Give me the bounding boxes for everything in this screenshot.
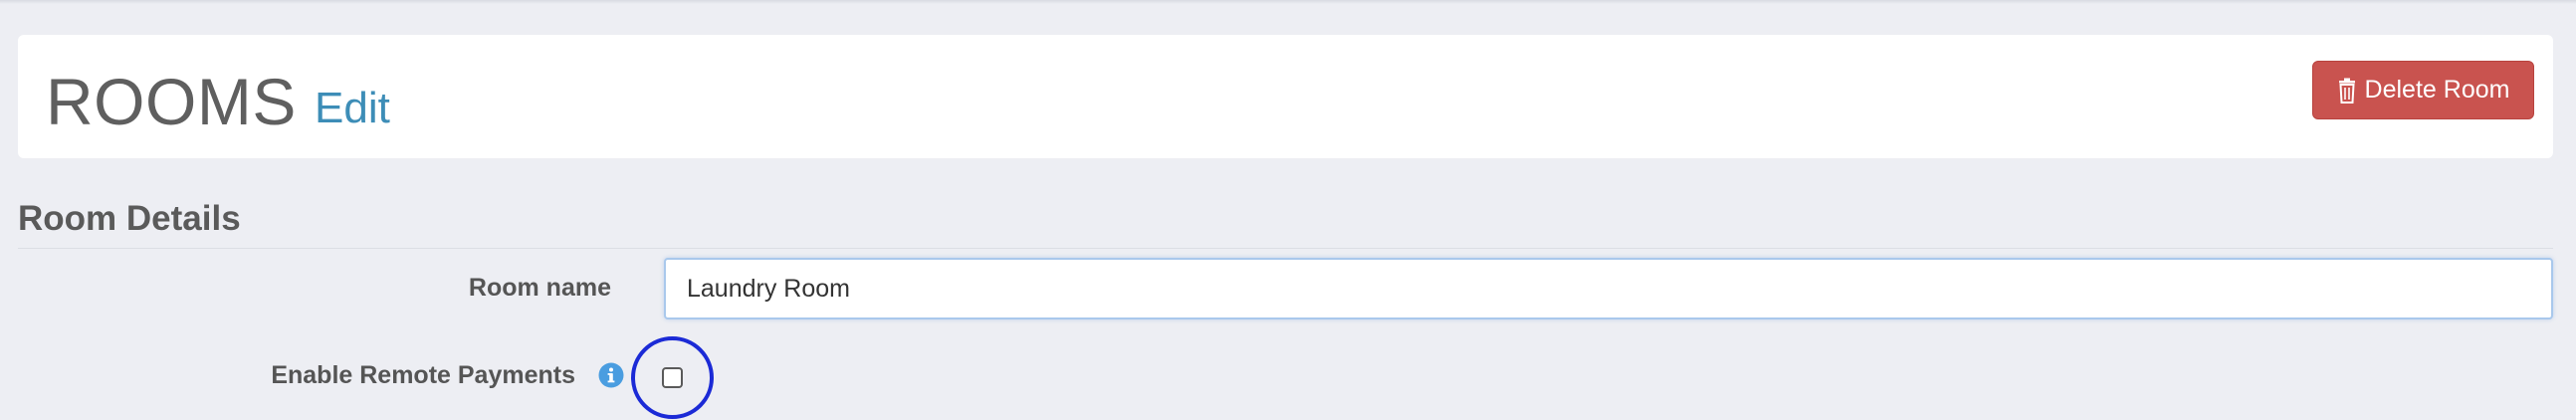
delete-room-button[interactable]: Delete Room — [2312, 61, 2534, 119]
remote-payments-label: Enable Remote Payments — [271, 361, 575, 389]
info-icon[interactable] — [598, 362, 624, 388]
page: ROOMS Edit Delete Room Room Details Room… — [0, 0, 2576, 420]
remote-payments-checkbox[interactable] — [662, 367, 683, 388]
section-title: Room Details — [18, 199, 241, 238]
header-card: ROOMS Edit Delete Room — [18, 35, 2553, 158]
room-name-label: Room name — [468, 274, 611, 302]
delete-room-label: Delete Room — [2364, 76, 2510, 104]
room-name-input[interactable] — [664, 258, 2553, 319]
checkbox-highlight-circle — [631, 336, 714, 419]
section-divider — [18, 248, 2553, 249]
trash-icon — [2337, 78, 2357, 104]
top-shadow — [0, 0, 2576, 4]
edit-link[interactable]: Edit — [315, 87, 390, 130]
page-title: ROOMS — [46, 65, 297, 138]
